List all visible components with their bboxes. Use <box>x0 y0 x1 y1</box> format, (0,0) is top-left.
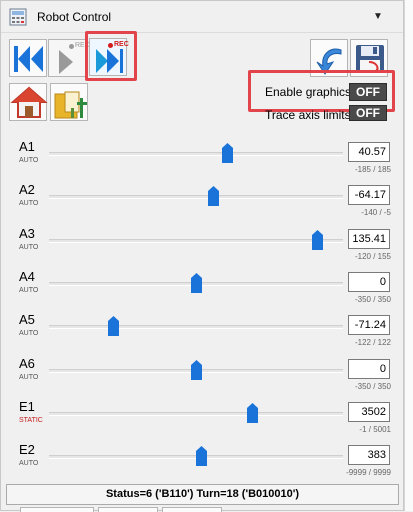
axis-name-e2: E2 <box>19 442 35 458</box>
axis-slider-thumb-e1[interactable] <box>247 402 259 423</box>
axis-name-a1: A1 <box>19 139 35 154</box>
axis-value-input-a5[interactable]: -71.24 <box>348 315 390 336</box>
bottom-tab-3[interactable] <box>162 507 222 512</box>
play-button[interactable]: REC <box>48 39 90 77</box>
axis-mode-a2: AUTO <box>19 200 39 208</box>
axis-slider-track-a5[interactable] <box>49 325 343 330</box>
axis-range-a3: -120 / 155 <box>354 251 391 261</box>
axis-mode-a3: AUTO <box>19 243 39 251</box>
home-icon <box>10 86 48 118</box>
panel-menu-chevron-icon[interactable]: ▼ <box>373 11 383 22</box>
axis-range-a2: -140 / -5 <box>361 208 391 218</box>
axis-range-e1: -1 / 5001 <box>359 424 391 434</box>
axis-value-input-e1[interactable]: 3502 <box>348 401 390 422</box>
axis-name-a6: A6 <box>19 355 35 371</box>
status-bar: Status=6 ('B110') Turn=18 ('B010010') <box>6 484 399 505</box>
axis-value-input-a1[interactable]: 40.57 <box>348 142 390 162</box>
axis-slider-thumb-a2[interactable] <box>207 186 219 207</box>
axis-value-input-a4[interactable]: 0 <box>348 271 390 292</box>
bottom-tab-2[interactable] <box>98 507 158 512</box>
axis-value-input-a2[interactable]: -64.17 <box>348 185 390 206</box>
axis-value-input-a6[interactable]: 0 <box>348 358 390 379</box>
axis-mode-a1: AUTO <box>19 157 39 164</box>
axis-slider-thumb-a5[interactable] <box>107 316 119 337</box>
axis-mode-e1: STATIC <box>19 416 43 424</box>
axis-mode-e2: AUTO <box>19 460 39 468</box>
axis-slider-thumb-a6[interactable] <box>190 359 202 380</box>
bottom-tab-1[interactable] <box>20 507 94 512</box>
axis-range-a4: -350 / 350 <box>354 294 391 304</box>
axis-mode-a6: AUTO <box>19 373 39 381</box>
axis-name-a5: A5 <box>19 312 35 328</box>
axis-range-a6: -350 / 350 <box>354 381 391 391</box>
axis-range-a1: -185 / 185 <box>354 165 391 174</box>
axis-slider-track-a1[interactable] <box>49 152 343 156</box>
axis-range-a5: -122 / 122 <box>354 338 391 348</box>
folder-file-icon <box>54 91 87 119</box>
axis-slider-track-a3[interactable] <box>49 238 343 243</box>
axis-slider-track-e1[interactable] <box>49 411 343 416</box>
home-button[interactable] <box>9 83 48 121</box>
axis-value-input-e2[interactable]: 383 <box>348 445 390 466</box>
calculator-app-icon <box>9 8 27 26</box>
axis-name-a2: A2 <box>19 182 35 198</box>
axis-name-e1: E1 <box>19 398 35 414</box>
axis-slider-track-a2[interactable] <box>49 195 343 200</box>
panel-titlebar: Robot Control ▼ <box>1 1 403 33</box>
rewind-icon <box>14 46 43 72</box>
scrollbar[interactable] <box>404 0 413 511</box>
axis-slider-thumb-a3[interactable] <box>311 229 323 250</box>
rewind-button[interactable] <box>9 39 47 77</box>
record-button-highlight <box>85 31 137 81</box>
rec-dot-icon <box>69 44 74 49</box>
axis-range-e2: -9999 / 9999 <box>346 468 391 478</box>
axis-name-a4: A4 <box>19 268 35 284</box>
trace-axis-limits-toggle[interactable]: OFF <box>349 105 387 121</box>
trace-axis-limits-label: Trace axis limits <box>265 108 351 122</box>
panel-title: Robot Control <box>37 10 112 24</box>
axis-slider-thumb-a1[interactable] <box>221 143 233 163</box>
axis-mode-a4: AUTO <box>19 286 39 294</box>
axis-slider-thumb-e2[interactable] <box>195 446 207 467</box>
axis-name-a3: A3 <box>19 225 35 241</box>
bottom-tabs <box>6 507 399 512</box>
robot-control-panel: Robot Control ▼ REC REC Enable graphics … <box>0 0 404 512</box>
axis-slider-thumb-a4[interactable] <box>190 272 202 293</box>
load-program-button[interactable] <box>50 83 88 121</box>
axis-value-input-a3[interactable]: 135.41 <box>348 228 390 249</box>
axis-mode-a5: AUTO <box>19 330 39 338</box>
